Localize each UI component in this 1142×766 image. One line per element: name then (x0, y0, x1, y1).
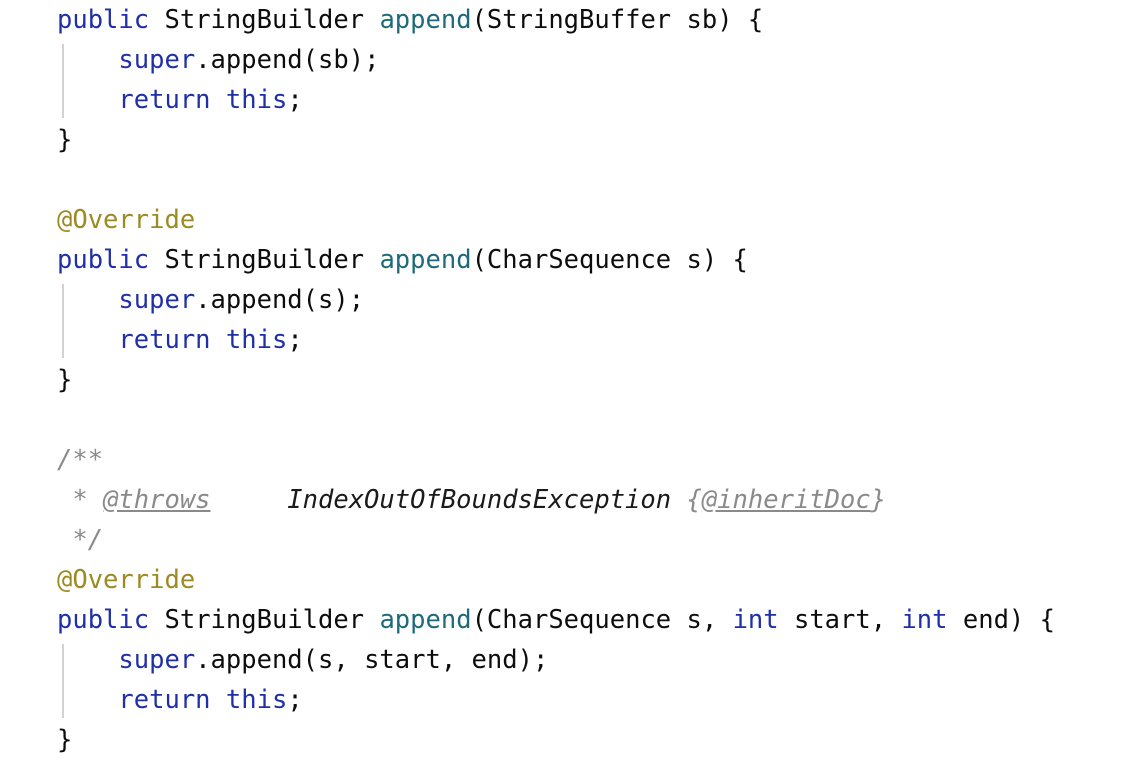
code-line[interactable]: * @throws IndexOutOfBoundsException {@in… (0, 480, 1142, 520)
token-comment: /** (57, 445, 104, 475)
token-comment (211, 485, 288, 515)
code-line[interactable]: @Override (0, 200, 1142, 240)
code-line[interactable]: super.append(s, start, end); (0, 640, 1142, 680)
token-keyword: public (57, 245, 150, 275)
token-javadoc-tag: @inheritDoc (701, 485, 871, 515)
code-line[interactable]: public StringBuilder append(CharSequence… (0, 240, 1142, 280)
token-plain: .append(s); (195, 285, 365, 315)
indent-guide-line (62, 644, 64, 718)
token-method-name: append (379, 605, 472, 635)
code-lines-container[interactable]: public StringBuilder append(StringBuffer… (0, 0, 1142, 760)
code-line[interactable]: return this; (0, 320, 1142, 360)
code-line[interactable]: */ (0, 520, 1142, 560)
token-plain: (CharSequence s, (471, 605, 733, 635)
token-plain: ; (287, 685, 303, 715)
token-keyword: this (225, 685, 288, 715)
code-line[interactable]: public StringBuilder append(StringBuffer… (0, 0, 1142, 40)
code-line[interactable]: super.append(sb); (0, 40, 1142, 80)
code-line[interactable]: @Override (0, 560, 1142, 600)
token-plain: } (57, 365, 73, 395)
token-method-name: append (379, 245, 472, 275)
code-line[interactable]: /** (0, 440, 1142, 480)
token-keyword: public (57, 5, 150, 35)
token-keyword: return (118, 85, 211, 115)
token-javadoc-brace: { (686, 485, 702, 515)
token-keyword: int (732, 605, 779, 635)
indent-guide-line (62, 44, 64, 118)
token-keyword: public (57, 605, 150, 635)
token-annotation: @Override (57, 565, 196, 595)
token-keyword: return (118, 325, 211, 355)
token-plain: ; (287, 85, 303, 115)
token-keyword: int (901, 605, 948, 635)
token-plain: ; (287, 325, 303, 355)
token-plain: .append(s, start, end); (195, 645, 549, 675)
token-keyword: return (118, 685, 211, 715)
code-line[interactable] (0, 400, 1142, 440)
token-plain: StringBuilder (164, 245, 365, 275)
token-annotation: @Override (57, 205, 196, 235)
token-keyword: super (118, 285, 196, 315)
token-comment: * (57, 485, 104, 515)
token-keyword: super (118, 45, 196, 75)
token-plain: StringBuilder (164, 605, 365, 635)
token-plain: (StringBuffer sb) { (471, 5, 764, 35)
token-keyword: this (225, 325, 288, 355)
code-editor-viewport[interactable]: public StringBuilder append(StringBuffer… (0, 0, 1142, 766)
code-line[interactable]: } (0, 120, 1142, 160)
token-javadoc-brace: } (870, 485, 887, 515)
code-line[interactable]: return this; (0, 80, 1142, 120)
token-method-name: append (379, 5, 472, 35)
token-plain: } (57, 725, 73, 755)
token-plain: end) { (947, 605, 1055, 635)
token-plain: .append(sb); (195, 45, 380, 75)
code-line[interactable]: return this; (0, 680, 1142, 720)
token-keyword: this (225, 85, 288, 115)
token-javadoc-tag: @throws (103, 485, 211, 515)
token-comment: */ (57, 525, 104, 555)
code-line[interactable] (0, 160, 1142, 200)
token-javadoc-type: IndexOutOfBoundsException (287, 485, 672, 515)
token-comment (671, 485, 686, 515)
indent-guide-line (62, 284, 64, 358)
code-line[interactable]: } (0, 360, 1142, 400)
code-line[interactable]: } (0, 720, 1142, 760)
code-line[interactable]: public StringBuilder append(CharSequence… (0, 600, 1142, 640)
token-plain: (CharSequence s) { (471, 245, 748, 275)
token-plain: start, (778, 605, 902, 635)
token-plain: } (57, 125, 73, 155)
token-plain: StringBuilder (164, 5, 365, 35)
code-line[interactable]: super.append(s); (0, 280, 1142, 320)
token-keyword: super (118, 645, 196, 675)
